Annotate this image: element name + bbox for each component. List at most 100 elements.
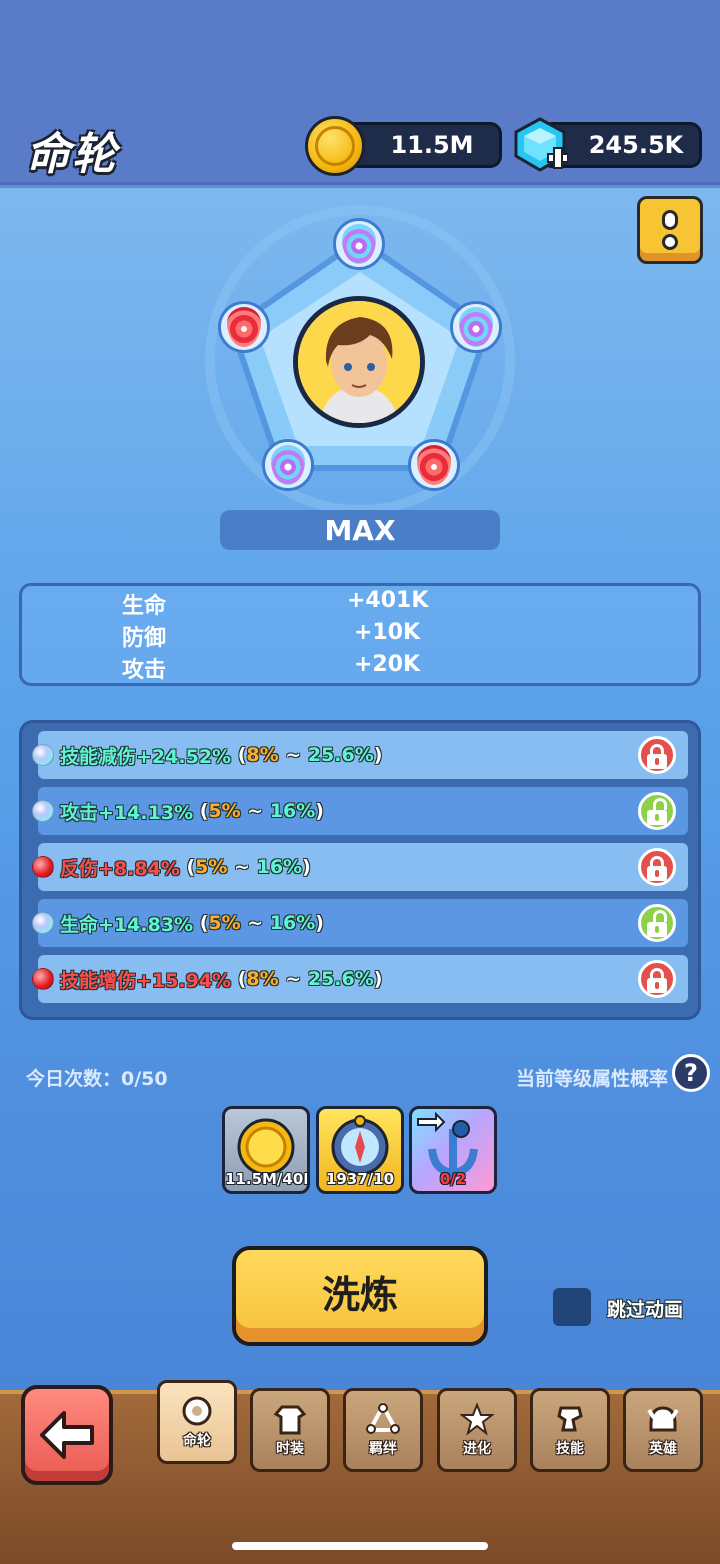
exclamation-icon: [662, 210, 678, 230]
tab-label: 羁绊: [369, 1441, 397, 1457]
refine-button-label: 洗炼: [321, 1272, 398, 1317]
wheel-orb-bottom-left[interactable]: [262, 439, 314, 491]
refine-button[interactable]: 洗炼: [232, 1246, 488, 1346]
lock-body: [647, 810, 667, 825]
lock-button[interactable]: [638, 848, 676, 886]
header-divider: [0, 182, 720, 188]
red-gem-icon: [417, 445, 451, 485]
lock-button[interactable]: [638, 960, 676, 998]
tab-wheel[interactable]: 命轮: [157, 1380, 237, 1464]
attribute-min: 8%: [246, 968, 279, 990]
cost-text: 1937/10: [325, 1170, 395, 1188]
skill-icon: [557, 1406, 583, 1432]
gem-balance-value: 245.5K: [588, 131, 684, 159]
stat-label: 防御: [122, 626, 167, 651]
hero-portrait: [293, 296, 425, 428]
attribute-value: +15.94%: [136, 969, 232, 992]
skip-animation-label[interactable]: 跳过动画: [607, 1295, 683, 1322]
page-title: 命轮: [26, 129, 118, 180]
purple-gem-icon: [342, 224, 376, 264]
attribute-min: 5%: [195, 856, 228, 878]
lock-body: [647, 754, 667, 769]
unlock-icon: [653, 798, 667, 810]
tab-label: 命轮: [183, 1433, 211, 1449]
attribute-name: 生命: [60, 913, 99, 936]
probability-label[interactable]: 当前等级属性概率: [516, 1064, 668, 1091]
cost-item-anchor[interactable]: 0/2: [409, 1106, 497, 1194]
attribute-max: 16%: [269, 800, 316, 822]
tab-hero[interactable]: 英雄: [623, 1388, 703, 1472]
attribute-name: 反伤: [60, 857, 99, 880]
attribute-name: 技能减伤: [60, 745, 137, 768]
tab-skill[interactable]: 技能: [530, 1388, 610, 1472]
stat-value: +401K: [347, 588, 429, 613]
wheel-orb-top[interactable]: [333, 218, 385, 270]
tab-bond[interactable]: 羁绊: [343, 1388, 423, 1472]
blue-orb-icon: [32, 912, 54, 934]
attribute-value: +24.52%: [136, 745, 232, 768]
hero-avatar: [298, 301, 420, 423]
red-orb-icon: [32, 856, 54, 878]
cost-text: 11.5M/40K: [225, 1170, 310, 1188]
red-orb-icon: [32, 968, 54, 990]
attribute-min: 5%: [208, 800, 241, 822]
lock-body: [647, 978, 667, 993]
stat-row-defense: 防御 +10K: [22, 620, 698, 652]
coin-icon: [305, 116, 365, 176]
skip-animation-checkbox[interactable]: [553, 1288, 591, 1326]
wheel-orb-bottom-right[interactable]: [408, 439, 460, 491]
stats-panel: 生命 +401K 防御 +10K 攻击 +20K: [19, 583, 701, 686]
wheel-orb-left[interactable]: [218, 301, 270, 353]
back-arrow-icon: [40, 1411, 94, 1459]
home-indicator[interactable]: [232, 1542, 488, 1550]
purple-gem-icon: [459, 307, 493, 347]
evolve-icon: [460, 1402, 494, 1436]
unlock-button[interactable]: [638, 904, 676, 942]
unlock-button[interactable]: [638, 792, 676, 830]
stat-value: +10K: [354, 620, 421, 645]
cost-item-compass[interactable]: 1937/10: [316, 1106, 404, 1194]
attribute-min: 8%: [246, 744, 279, 766]
attribute-row: 生命+14.83% (5% ~ 16%): [32, 899, 688, 947]
coin-balance-value: 11.5M: [390, 131, 474, 159]
unlock-icon: [653, 910, 667, 922]
exclamation-dot: [662, 234, 678, 250]
stat-row-hp: 生命 +401K: [22, 588, 698, 620]
attribute-max: 25.6%: [307, 744, 374, 766]
lock-body: [647, 866, 667, 881]
attribute-max: 16%: [269, 912, 316, 934]
attribute-value: +8.84%: [98, 857, 180, 880]
tab-label: 英雄: [649, 1441, 677, 1457]
attribute-max: 16%: [256, 856, 303, 878]
cost-text: 0/2: [439, 1170, 467, 1188]
attribute-row: 攻击+14.13% (5% ~ 16%): [32, 787, 688, 835]
help-button[interactable]: ?: [672, 1054, 710, 1092]
tab-outfit[interactable]: 时装: [250, 1388, 330, 1472]
stat-row-attack: 攻击 +20K: [22, 652, 698, 684]
blue-orb-icon: [32, 744, 54, 766]
stat-label: 攻击: [122, 658, 167, 683]
attribute-min: 5%: [208, 912, 241, 934]
attribute-row: 技能减伤+24.52% (8% ~ 25.6%): [32, 731, 688, 779]
tab-label: 技能: [556, 1441, 584, 1457]
cost-item-coin[interactable]: 11.5M/40K: [222, 1106, 310, 1194]
wheel-orb-right[interactable]: [450, 301, 502, 353]
info-button[interactable]: [637, 196, 703, 264]
attribute-value: +14.13%: [98, 801, 194, 824]
attribute-max: 25.6%: [307, 968, 374, 990]
hero-icon: [647, 1406, 679, 1432]
gem-add-icon[interactable]: [512, 116, 568, 174]
lock-button[interactable]: [638, 736, 676, 774]
level-label: MAX: [220, 510, 500, 550]
attribute-panel: 技能减伤+24.52% (8% ~ 25.6%) 攻击+14.13% (5% ~…: [19, 720, 701, 1020]
attribute-name: 技能增伤: [60, 969, 137, 992]
question-icon: ?: [684, 1059, 698, 1087]
tab-label: 进化: [463, 1441, 491, 1457]
attribute-row: 技能增伤+15.94% (8% ~ 25.6%): [32, 955, 688, 1003]
lock-body: [647, 922, 667, 937]
tab-evolve[interactable]: 进化: [437, 1388, 517, 1472]
back-button[interactable]: [21, 1385, 113, 1485]
attribute-name: 攻击: [60, 801, 99, 824]
tab-label: 时装: [276, 1441, 304, 1457]
attribute-value: +14.83%: [98, 913, 194, 936]
